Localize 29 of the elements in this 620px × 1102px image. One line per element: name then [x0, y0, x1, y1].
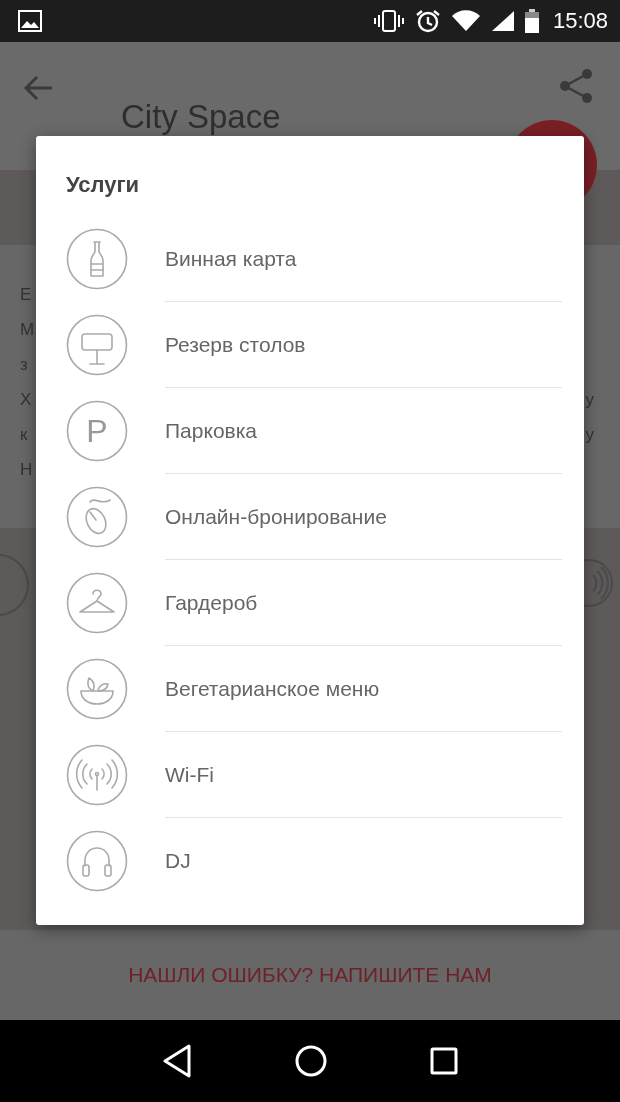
image-icon: [18, 10, 42, 32]
service-label: Парковка: [165, 418, 258, 443]
clock-time: 15:08: [552, 8, 608, 34]
recents-icon[interactable]: [430, 1047, 459, 1075]
venue-title: City Space: [121, 98, 281, 136]
parking-icon: P: [66, 400, 128, 462]
battery-icon: [524, 9, 539, 33]
bowl-icon: [66, 658, 128, 720]
alarm-icon: [414, 9, 441, 33]
service-label: Гардероб: [165, 590, 258, 615]
feedback-link[interactable]: НАШЛИ ОШИБКУ? НАПИШИТЕ НАМ: [128, 963, 492, 987]
mouse-icon: [66, 486, 128, 548]
headphones-icon: [66, 830, 128, 892]
wifi-icon: [450, 10, 481, 32]
bottle-icon: [66, 228, 128, 290]
service-label: DJ: [165, 849, 191, 873]
easel-icon: [66, 314, 128, 376]
vibrate-icon: [372, 10, 405, 32]
service-label: Wi-Fi: [165, 762, 214, 787]
antenna-icon: [66, 744, 128, 806]
service-label: Онлайн-бронирование: [165, 504, 387, 529]
home-icon[interactable]: [295, 1045, 327, 1077]
service-label: Винная карта: [165, 246, 297, 271]
back-icon[interactable]: [161, 1044, 192, 1078]
hanger-icon: [66, 572, 128, 634]
dialog-title: Услуги: [66, 171, 141, 199]
service-label: Резерв столов: [165, 332, 306, 357]
signal-icon: [490, 10, 515, 32]
service-label: Вегетарианское меню: [165, 676, 380, 701]
